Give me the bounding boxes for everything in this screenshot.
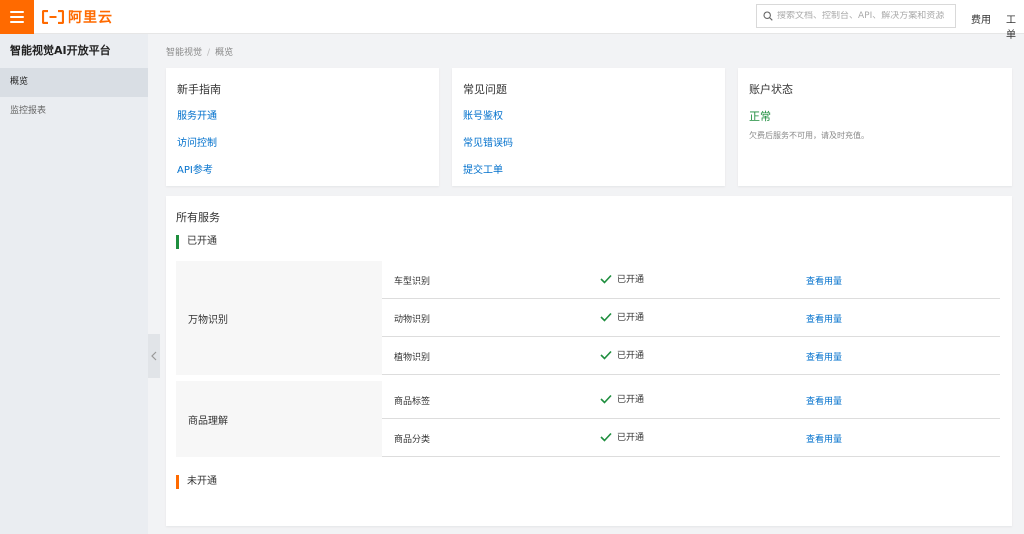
menu-icon[interactable]	[0, 0, 34, 34]
service-state-label: 已开通	[617, 313, 645, 323]
top-link-ticket[interactable]: 工单	[1006, 11, 1024, 41]
sidebar-title: 智能视觉AI开放平台	[10, 44, 111, 57]
card-faq: 常见问题 账号鉴权 常见错误码 提交工单	[452, 68, 725, 186]
service-group-product-understanding: 商品理解 商品标签 已开通 查看用量 商品分类 已开通 查看用量	[176, 381, 1000, 457]
table-row: 车型识别 已开通 查看用量	[382, 261, 1000, 299]
check-icon	[600, 312, 612, 322]
service-name: 植物识别	[394, 353, 431, 363]
search-input[interactable]	[777, 11, 953, 21]
check-icon	[600, 432, 612, 442]
view-usage-link[interactable]: 查看用量	[806, 350, 842, 363]
service-name: 商品分类	[394, 435, 431, 445]
search-icon	[763, 11, 773, 21]
service-state-label: 已开通	[617, 395, 645, 405]
service-state-label: 已开通	[617, 351, 645, 361]
breadcrumb-item-vision[interactable]: 智能视觉	[166, 48, 202, 58]
check-icon	[600, 394, 612, 404]
check-icon	[600, 350, 612, 360]
services-title: 所有服务	[176, 211, 220, 224]
table-row: 商品分类 已开通 查看用量	[382, 419, 1000, 457]
link-account-auth[interactable]: 账号鉴权	[463, 107, 503, 122]
card-guide-title: 新手指南	[177, 83, 221, 96]
account-status-value: 正常	[749, 110, 771, 123]
service-name: 车型识别	[394, 277, 431, 287]
view-usage-link[interactable]: 查看用量	[806, 274, 842, 287]
search-box[interactable]	[756, 4, 956, 28]
card-account-title: 账户状态	[749, 83, 793, 96]
services-panel: 所有服务 已开通 万物识别 车型识别 已开通 查看用量 动物识别 已开通 查看用…	[166, 196, 1012, 526]
service-name: 动物识别	[394, 315, 431, 325]
link-error-codes[interactable]: 常见错误码	[463, 134, 513, 149]
link-api-reference[interactable]: API参考	[177, 161, 213, 176]
link-service-activation[interactable]: 服务开通	[177, 107, 217, 122]
check-icon	[600, 274, 612, 284]
card-faq-title: 常见问题	[463, 83, 507, 96]
chevron-left-icon	[151, 351, 157, 361]
breadcrumb-separator: /	[207, 48, 211, 58]
logo[interactable]: 阿里云	[42, 8, 113, 26]
table-row: 动物识别 已开通 查看用量	[382, 299, 1000, 337]
account-status-note: 欠费后服务不可用，请及时充值。	[749, 131, 869, 140]
service-state: 已开通	[600, 272, 644, 285]
view-usage-link[interactable]: 查看用量	[806, 394, 842, 407]
logo-text: 阿里云	[68, 10, 113, 26]
breadcrumb-item-overview: 概览	[215, 48, 234, 58]
view-usage-link[interactable]: 查看用量	[806, 312, 842, 325]
service-name: 商品标签	[394, 397, 431, 407]
breadcrumb: 智能视觉 / 概览	[166, 45, 233, 58]
group-label: 万物识别	[176, 261, 382, 375]
service-state: 已开通	[600, 392, 644, 405]
link-submit-ticket[interactable]: 提交工单	[463, 161, 503, 176]
service-group-object-recognition: 万物识别 车型识别 已开通 查看用量 动物识别 已开通 查看用量 植物识别 已开…	[176, 261, 1000, 375]
sidebar-item-monitoring[interactable]: 监控报表	[0, 97, 148, 126]
table-row: 植物识别 已开通 查看用量	[382, 337, 1000, 375]
group-label: 商品理解	[176, 381, 382, 457]
top-bar: 阿里云 费用 工单	[0, 0, 1024, 41]
service-state-label: 已开通	[617, 275, 645, 285]
table-row: 商品标签 已开通 查看用量	[382, 381, 1000, 419]
service-state-label: 已开通	[617, 433, 645, 443]
section-disabled: 未开通	[176, 475, 217, 489]
top-link-billing[interactable]: 费用	[971, 11, 991, 26]
card-guide: 新手指南 服务开通 访问控制 API参考	[166, 68, 439, 186]
service-state: 已开通	[600, 430, 644, 443]
sidebar-collapse-handle[interactable]	[148, 334, 160, 378]
link-access-control[interactable]: 访问控制	[177, 134, 217, 149]
section-enabled: 已开通	[176, 235, 217, 249]
service-state: 已开通	[600, 348, 644, 361]
card-account-status: 账户状态 正常 欠费后服务不可用，请及时充值。	[738, 68, 1012, 186]
view-usage-link[interactable]: 查看用量	[806, 432, 842, 445]
sidebar: 智能视觉AI开放平台 概览 监控报表	[0, 34, 148, 534]
aliyun-logo-icon	[42, 10, 64, 24]
service-state: 已开通	[600, 310, 644, 323]
sidebar-item-overview[interactable]: 概览	[0, 68, 148, 97]
